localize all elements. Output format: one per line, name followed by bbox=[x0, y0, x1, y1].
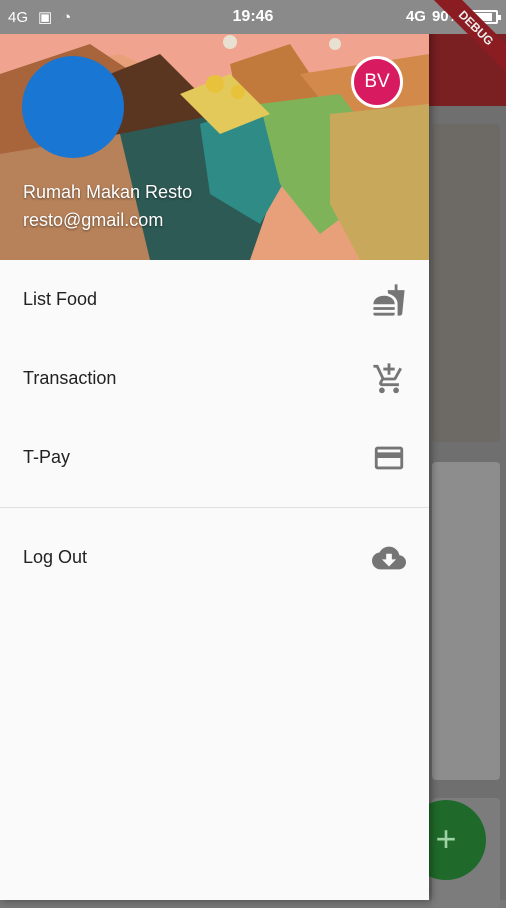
menu-item-transaction[interactable]: Transaction bbox=[0, 339, 429, 418]
food-card bbox=[432, 124, 500, 442]
menu-divider bbox=[0, 507, 429, 508]
menu-item-t-pay[interactable]: T-Pay bbox=[0, 418, 429, 497]
menu-item-list-food[interactable]: List Food bbox=[0, 260, 429, 339]
drawer-header: BV Rumah Makan Resto resto@gmail.com bbox=[0, 34, 429, 260]
account-email: resto@gmail.com bbox=[23, 210, 164, 230]
menu-item-label: Log Out bbox=[23, 547, 88, 567]
network-right: 4G bbox=[405, 8, 426, 25]
drawer-menu: List Food Transaction T-Pay Log Out bbox=[0, 260, 429, 597]
other-account-avatar[interactable]: BV bbox=[351, 56, 403, 108]
status-bar: 4G ▣ ◔ 19:46 4G 90% bbox=[0, 0, 506, 34]
add-shopping-cart-icon bbox=[373, 362, 402, 393]
credit-card-icon bbox=[374, 446, 404, 469]
account-name: Rumah Makan Resto bbox=[23, 182, 193, 202]
menu-item-label: List Food bbox=[23, 289, 98, 309]
navigation-drawer: BV Rumah Makan Resto resto@gmail.com Lis… bbox=[0, 0, 429, 900]
fastfood-icon bbox=[373, 283, 405, 316]
menu-item-label: Transaction bbox=[23, 368, 117, 388]
menu-item-log-out[interactable]: Log Out bbox=[0, 518, 429, 597]
menu-item-label: T-Pay bbox=[23, 447, 71, 467]
account-avatar[interactable] bbox=[22, 56, 124, 158]
cloud-download-icon bbox=[372, 546, 406, 569]
food-card bbox=[432, 462, 500, 780]
